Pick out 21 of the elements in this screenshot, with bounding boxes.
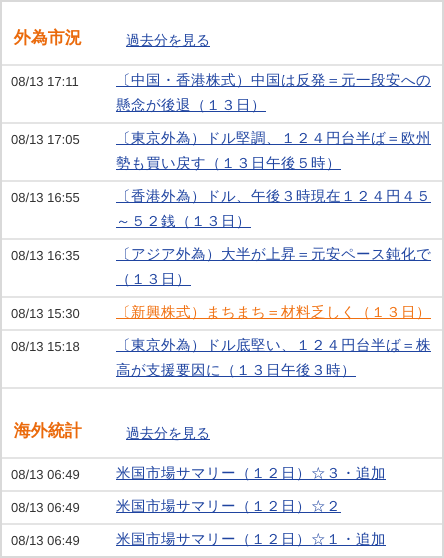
section-title: 外為市況 — [14, 27, 83, 49]
headline-link[interactable]: 〔東京外為）ドル堅調、１２４円台半ば＝欧州勢も買い戻す（１３日午後５時） — [116, 127, 442, 177]
timestamp: 08/13 06:49 — [10, 532, 81, 550]
headline-link[interactable]: 米国市場サマリー（１２日）☆２ — [116, 495, 442, 520]
headline-link[interactable]: 〔東京外為）ドル底堅い、１２４円台半ば＝株高が支援要因に（１３日午後３時） — [116, 334, 442, 384]
timestamp: 08/13 16:55 — [10, 189, 81, 207]
timestamp: 08/13 15:18 — [10, 338, 81, 356]
timestamp: 08/13 17:11 — [10, 73, 80, 91]
timestamp: 08/13 06:49 — [10, 499, 81, 517]
headline-link[interactable]: 米国市場サマリー（１２日）☆１・追加 — [116, 528, 442, 553]
timestamp: 08/13 16:35 — [10, 247, 81, 265]
timestamp: 08/13 06:49 — [10, 466, 81, 484]
headline-link[interactable]: 〔アジア外為）大半が上昇＝元安ペース鈍化で（１３日） — [116, 243, 442, 293]
timestamp: 08/13 15:30 — [10, 305, 81, 323]
headline-link[interactable]: 〔香港外為）ドル、午後３時現在１２４円４５～５２銭（１３日） — [116, 185, 442, 235]
past-items-link[interactable]: 過去分を見る — [126, 423, 210, 443]
section-title: 海外統計 — [14, 420, 83, 442]
headline-link[interactable]: 〔中国・香港株式）中国は反発＝元一段安への懸念が後退（１３日） — [116, 69, 442, 119]
past-items-link[interactable]: 過去分を見る — [126, 30, 210, 50]
headline-link[interactable]: 米国市場サマリー（１２日）☆３・追加 — [116, 462, 442, 487]
timestamp: 08/13 17:05 — [10, 131, 81, 149]
